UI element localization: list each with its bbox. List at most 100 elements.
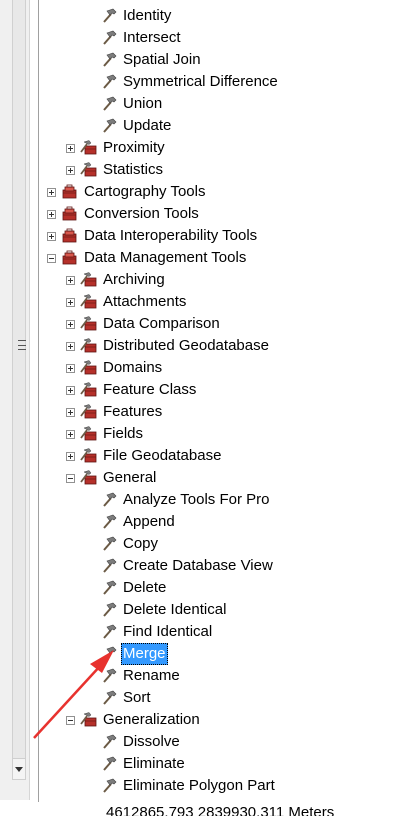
tree-item-analyze-tools-for-pro[interactable]: Analyze Tools For Pro	[100, 489, 271, 511]
tree-item-data-comparison[interactable]: Data Comparison	[66, 313, 222, 335]
tree-item-general[interactable]: General	[66, 467, 158, 489]
toolset-icon	[80, 162, 98, 178]
toolset-icon	[80, 294, 98, 310]
hammer-icon	[100, 734, 118, 750]
tree-item-fields[interactable]: Fields	[66, 423, 145, 445]
vertical-scrollbar[interactable]	[12, 0, 26, 758]
tree-item-data-management-tools[interactable]: Data Management Tools	[47, 247, 248, 269]
collapse-icon[interactable]	[47, 253, 56, 263]
arrow-down-icon	[15, 767, 23, 772]
tree-item-label: Statistics	[103, 161, 164, 178]
toolset-icon	[80, 382, 98, 398]
expand-icon[interactable]	[47, 187, 56, 197]
tree-item-delete-identical[interactable]: Delete Identical	[100, 599, 228, 621]
tree-item-feature-class[interactable]: Feature Class	[66, 379, 198, 401]
tree-item-domains[interactable]: Domains	[66, 357, 164, 379]
toolset-icon	[80, 712, 98, 728]
tree-item-create-database-view[interactable]: Create Database View	[100, 555, 275, 577]
tree-item-label: Feature Class	[103, 381, 197, 398]
toolbox-tree[interactable]: Identity Intersect Spatial Join Symmetrical…	[38, 0, 403, 803]
tree-item-union[interactable]: Union	[100, 93, 164, 115]
hammer-icon	[100, 52, 118, 68]
toolset-icon	[80, 360, 98, 376]
tree-item-dissolve[interactable]: Dissolve	[100, 731, 182, 753]
tree-item-find-identical[interactable]: Find Identical	[100, 621, 214, 643]
tree-item-delete[interactable]: Delete	[100, 577, 168, 599]
tree-item-attachments[interactable]: Attachments	[66, 291, 188, 313]
tree-item-eliminate[interactable]: Eliminate	[100, 753, 187, 775]
tree-item-spatial-join[interactable]: Spatial Join	[100, 49, 203, 71]
expand-icon[interactable]	[66, 385, 75, 395]
tree-item-identity[interactable]: Identity	[100, 5, 173, 27]
tree-item-label: Data Management Tools	[84, 249, 247, 266]
tree-item-label: Create Database View	[123, 557, 273, 574]
expand-icon[interactable]	[66, 165, 75, 175]
toolset-icon	[80, 316, 98, 332]
tree-item-label: Analyze Tools For Pro	[123, 491, 270, 508]
tree-item-data-interoperability-tools[interactable]: Data Interoperability Tools	[47, 225, 259, 247]
expand-icon[interactable]	[47, 209, 56, 219]
toolbox-icon	[61, 250, 79, 266]
hammer-icon	[100, 690, 118, 706]
expand-icon[interactable]	[66, 429, 75, 439]
expand-icon[interactable]	[66, 143, 75, 153]
hammer-icon	[100, 778, 118, 794]
tree-item-rename[interactable]: Rename	[100, 665, 182, 687]
toolset-icon	[80, 338, 98, 354]
tree-item-label: Dissolve	[123, 733, 180, 750]
tree-item-archiving[interactable]: Archiving	[66, 269, 167, 291]
tree-item-symmetrical-difference[interactable]: Symmetrical Difference	[100, 71, 280, 93]
tree-item-merge[interactable]: Merge	[100, 643, 168, 665]
hammer-icon	[100, 492, 118, 508]
splitter-grip-icon[interactable]	[18, 340, 26, 350]
tree-item-intersect[interactable]: Intersect	[100, 27, 183, 49]
scroll-down-button[interactable]	[12, 758, 26, 780]
expand-icon[interactable]	[66, 363, 75, 373]
tree-item-label: Intersect	[123, 29, 181, 46]
hammer-icon	[100, 74, 118, 90]
expand-icon[interactable]	[66, 275, 75, 285]
hammer-icon	[100, 118, 118, 134]
toolbox-icon	[61, 184, 79, 200]
toolset-icon	[80, 140, 98, 156]
tree-item-label: Conversion Tools	[84, 205, 199, 222]
tree-item-copy[interactable]: Copy	[100, 533, 160, 555]
expand-icon[interactable]	[66, 341, 75, 351]
expand-icon[interactable]	[66, 319, 75, 329]
tree-item-sort[interactable]: Sort	[100, 687, 153, 709]
tree-item-proximity[interactable]: Proximity	[66, 137, 167, 159]
tree-item-label: Features	[103, 403, 163, 420]
toolset-icon	[80, 426, 98, 442]
expand-icon[interactable]	[66, 297, 75, 307]
tree-item-append[interactable]: Append	[100, 511, 177, 533]
expand-icon[interactable]	[47, 231, 56, 241]
tree-item-label: Identity	[123, 7, 172, 24]
tree-item-label: Find Identical	[123, 623, 213, 640]
toolset-icon	[80, 404, 98, 420]
status-bar: 4612865.793 2839930.311 Meters	[0, 802, 403, 816]
collapse-icon[interactable]	[66, 473, 75, 483]
tree-item-update[interactable]: Update	[100, 115, 173, 137]
hammer-icon	[100, 558, 118, 574]
tree-item-features[interactable]: Features	[66, 401, 164, 423]
hammer-icon	[100, 514, 118, 530]
tree-item-label: Eliminate Polygon Part	[123, 777, 275, 794]
tree-item-label: Proximity	[103, 139, 165, 156]
tree-item-statistics[interactable]: Statistics	[66, 159, 165, 181]
tree-item-label: Cartography Tools	[84, 183, 206, 200]
tree-item-generalization[interactable]: Generalization	[66, 709, 202, 731]
hammer-icon	[100, 30, 118, 46]
tree-item-conversion-tools[interactable]: Conversion Tools	[47, 203, 201, 225]
tree-item-file-geodatabase[interactable]: File Geodatabase	[66, 445, 223, 467]
toolset-icon	[80, 470, 98, 486]
expand-icon[interactable]	[66, 407, 75, 417]
tree-item-cartography-tools[interactable]: Cartography Tools	[47, 181, 207, 203]
tree-item-eliminate-polygon-part[interactable]: Eliminate Polygon Part	[100, 775, 277, 797]
expand-icon[interactable]	[66, 451, 75, 461]
tree-item-distributed-geodatabase[interactable]: Distributed Geodatabase	[66, 335, 271, 357]
left-panel-strip	[0, 0, 30, 800]
tree-item-label: Data Comparison	[103, 315, 220, 332]
collapse-icon[interactable]	[66, 715, 75, 725]
tree-item-label: Delete Identical	[123, 601, 227, 618]
hammer-icon	[100, 756, 118, 772]
